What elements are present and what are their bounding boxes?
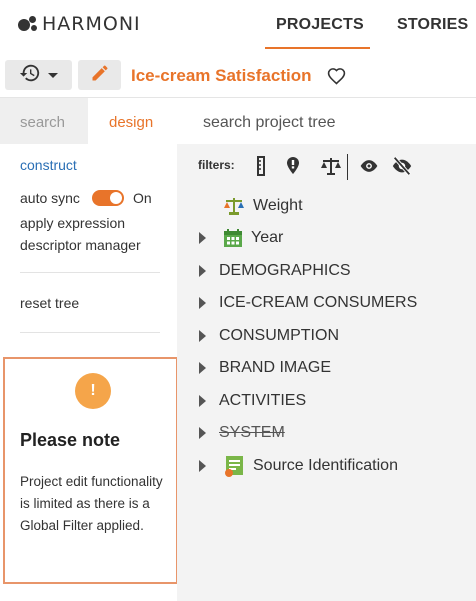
scale-icon[interactable]: [320, 156, 342, 181]
top-bar: HARMONI PROJECTS STORIES: [0, 0, 476, 52]
eye-slash-icon[interactable]: [391, 155, 413, 182]
project-title: Ice-cream Satisfaction: [131, 66, 312, 85]
filters-label: filters:: [198, 158, 235, 172]
tree-item-label: ACTIVITIES: [219, 392, 307, 409]
filters-bar: filters:: [177, 152, 476, 182]
tree-item-label: DEMOGRAPHICS: [219, 262, 351, 279]
pencil-icon: [90, 63, 110, 88]
tree-item-activities[interactable]: ACTIVITIES: [199, 389, 306, 413]
project-tree-panel: search project tree filters: Weight Year…: [177, 98, 476, 601]
tab-design[interactable]: design: [88, 98, 177, 144]
caret-right-icon[interactable]: [199, 265, 206, 277]
tree-item-system[interactable]: SYSTEM: [199, 421, 285, 445]
caret-right-icon[interactable]: [199, 362, 206, 374]
tree-item-demographics[interactable]: DEMOGRAPHICS: [199, 259, 351, 283]
caret-right-icon[interactable]: [199, 330, 206, 342]
note-title: Please note: [20, 430, 121, 450]
tree-item-year[interactable]: Year: [199, 226, 283, 250]
tree-item-label: BRAND IMAGE: [219, 359, 332, 376]
caret-right-icon[interactable]: [199, 297, 206, 309]
history-icon: [19, 62, 41, 89]
tree-item-source-identification[interactable]: Source Identification: [199, 454, 398, 478]
caret-right-icon[interactable]: [199, 460, 206, 472]
logo-text: HARMONI: [42, 13, 141, 35]
divider: [20, 272, 160, 273]
search-tree-input[interactable]: search project tree: [177, 98, 476, 144]
edit-button[interactable]: [78, 60, 121, 90]
chevron-down-icon: [48, 72, 58, 78]
calendar-icon: [223, 228, 243, 248]
heart-outline-icon[interactable]: [327, 67, 346, 90]
caret-right-icon[interactable]: [199, 232, 206, 244]
warning-icon: !: [75, 373, 111, 409]
tab-search[interactable]: search: [0, 98, 88, 144]
harmoni-logo[interactable]: HARMONI: [18, 13, 141, 35]
active-tab-indicator: [265, 47, 370, 49]
ruler-icon[interactable]: [255, 156, 267, 181]
note-box: ! Please note Project edit functionality…: [3, 357, 178, 584]
tree-item-label: SYSTEM: [219, 424, 285, 441]
tree-item-label: ICE-CREAM CONSUMERS: [219, 294, 418, 311]
note-body: Project edit functionality is limited as…: [20, 474, 163, 533]
tree-item-label: Source Identification: [253, 457, 398, 474]
auto-sync-toggle[interactable]: [91, 190, 124, 206]
tree-item-label: Year: [251, 229, 284, 246]
logo-mark-icon: [18, 15, 40, 33]
source-id-icon: [225, 455, 245, 477]
auto-sync-state: On: [132, 190, 152, 206]
auto-sync-row: auto sync On: [20, 190, 152, 206]
tree-item-label: Weight: [253, 197, 303, 214]
tree-item-label: CONSUMPTION: [219, 327, 339, 344]
eye-icon[interactable]: [359, 157, 379, 180]
tree-item-consumption[interactable]: CONSUMPTION: [199, 324, 339, 348]
project-toolbar: Ice-cream Satisfaction: [0, 52, 476, 98]
left-panel: search design construct auto sync On app…: [0, 98, 178, 601]
nav-tab-stories[interactable]: STORIES: [397, 16, 468, 34]
construct-link[interactable]: construct: [20, 157, 77, 173]
scale-colored-icon: [223, 196, 245, 216]
caret-right-icon[interactable]: [199, 427, 206, 439]
tree-item-ice-cream-consumers[interactable]: ICE-CREAM CONSUMERS: [199, 291, 417, 315]
reset-tree-link[interactable]: reset tree: [20, 295, 79, 311]
filter-separator: [347, 154, 348, 180]
marker-icon[interactable]: [285, 156, 301, 181]
apply-expression-link[interactable]: apply expression descriptor manager: [20, 212, 170, 256]
caret-right-icon[interactable]: [199, 395, 206, 407]
divider: [20, 332, 160, 333]
tree-item-weight[interactable]: Weight: [223, 194, 303, 218]
tree-item-brand-image[interactable]: BRAND IMAGE: [199, 356, 331, 380]
nav-tab-projects[interactable]: PROJECTS: [276, 16, 364, 34]
panel-tabs: search design: [0, 98, 177, 144]
history-button[interactable]: [5, 60, 72, 90]
auto-sync-label: auto sync: [20, 190, 80, 206]
